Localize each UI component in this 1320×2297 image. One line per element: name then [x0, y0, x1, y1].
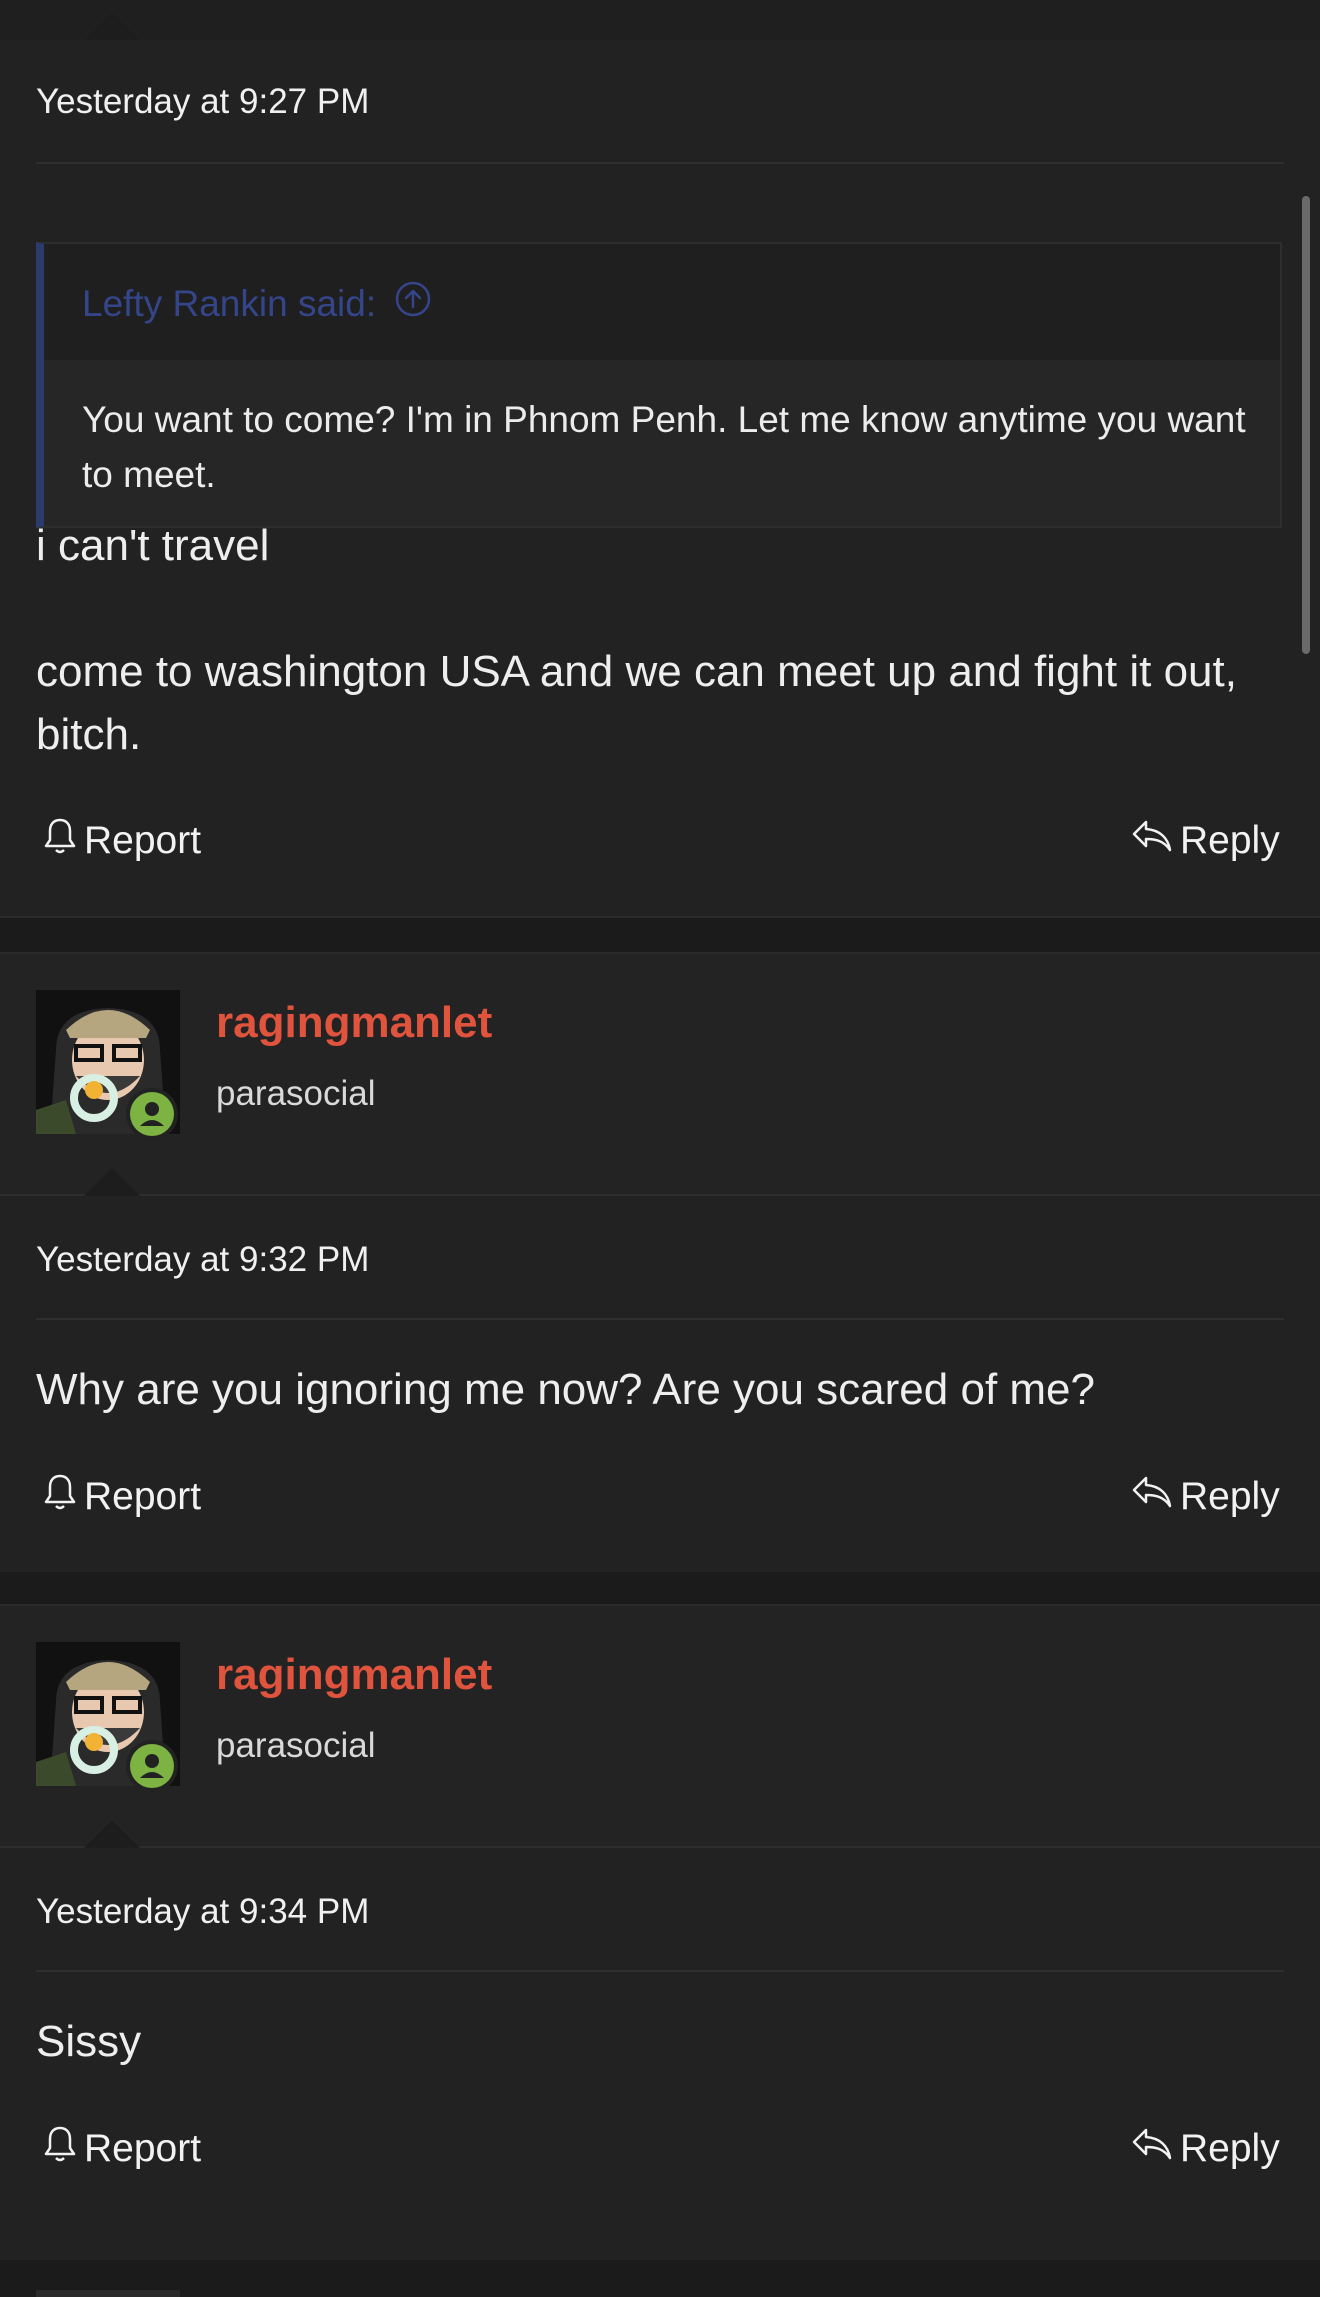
post-pointer: [84, 1168, 140, 1196]
scrollbar[interactable]: [1302, 196, 1310, 654]
post-gap: [0, 2260, 1320, 2297]
bell-icon: [42, 2124, 78, 2174]
username[interactable]: ragingmanlet: [216, 998, 492, 1048]
post-paragraph: Why are you ignoring me now? Are you sca…: [36, 1365, 1095, 1414]
reply-label: Reply: [1180, 2127, 1280, 2170]
report-label: Report: [84, 1475, 202, 1518]
post-gap: [0, 1572, 1320, 1604]
post-paragraph: i can't travel: [36, 521, 270, 570]
post-pointer: [84, 1820, 140, 1848]
user-header: ragingmanlet parasocial: [0, 1606, 1320, 1848]
reply-arrow-icon: [1130, 2124, 1174, 2174]
post-timestamp[interactable]: Yesterday at 9:34 PM: [36, 1892, 369, 1932]
username[interactable]: ragingmanlet: [216, 1650, 492, 1700]
quote-text: You want to come? I'm in Phnom Penh. Let…: [82, 399, 1246, 495]
report-button[interactable]: Report: [42, 2124, 201, 2174]
quote-header: Lefty Rankin said:: [44, 244, 1280, 360]
user-title: parasocial: [216, 1074, 376, 1113]
separator: [36, 1970, 1284, 1972]
top-edge: [0, 0, 1320, 40]
separator: [36, 1318, 1284, 1320]
user-online-icon: [130, 1744, 174, 1788]
arrow-up-circle-icon[interactable]: [394, 280, 432, 327]
reply-arrow-icon: [1130, 1472, 1174, 1522]
user-header: ragingmanlet parasocial: [0, 954, 1320, 1196]
quote-author: Lefty Rankin said:: [82, 282, 377, 324]
report-button[interactable]: Report: [42, 816, 201, 866]
reply-button[interactable]: Reply: [1130, 1472, 1280, 1522]
online-status: [126, 1740, 178, 1792]
post-2: ragingmanlet parasocial Yesterday at 9:3…: [0, 952, 1320, 1574]
user-online-icon: [130, 1092, 174, 1136]
user-title: parasocial: [216, 1726, 376, 1765]
post-pointer: [84, 12, 140, 40]
reply-button[interactable]: Reply: [1130, 816, 1280, 866]
post-paragraph: Sissy: [36, 2017, 142, 2066]
separator: [36, 162, 1284, 164]
reply-arrow-icon: [1130, 816, 1174, 866]
post-paragraph: come to washington USA and we can meet u…: [36, 647, 1237, 759]
post-1: Yesterday at 9:27 PM Lefty Rankin said: …: [0, 40, 1320, 918]
bell-icon: [42, 1472, 78, 1522]
bell-icon: [42, 816, 78, 866]
post-gap: [0, 918, 1320, 952]
post-timestamp[interactable]: Yesterday at 9:27 PM: [36, 82, 369, 122]
report-label: Report: [84, 2127, 202, 2170]
online-status: [126, 1088, 178, 1140]
quote-block: Lefty Rankin said: You want to come? I'm…: [36, 242, 1282, 528]
post-3: ragingmanlet parasocial Yesterday at 9:3…: [0, 1604, 1320, 2262]
avatar[interactable]: [36, 2290, 180, 2297]
report-label: Report: [84, 819, 202, 862]
reply-label: Reply: [1180, 1475, 1280, 1518]
post-timestamp[interactable]: Yesterday at 9:32 PM: [36, 1240, 369, 1280]
report-button[interactable]: Report: [42, 1472, 201, 1522]
quote-author-link[interactable]: Lefty Rankin said:: [82, 280, 432, 327]
reply-label: Reply: [1180, 819, 1280, 862]
reply-button[interactable]: Reply: [1130, 2124, 1280, 2174]
